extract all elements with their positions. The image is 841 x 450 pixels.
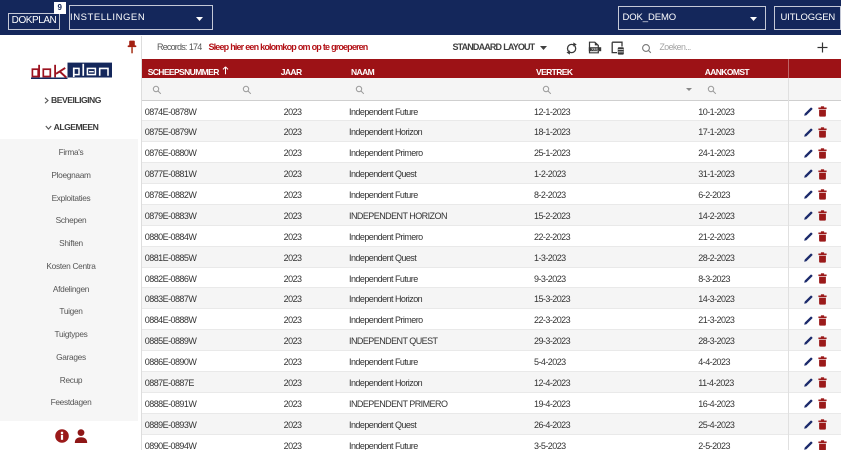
svg-text:XML: XML	[591, 47, 598, 51]
